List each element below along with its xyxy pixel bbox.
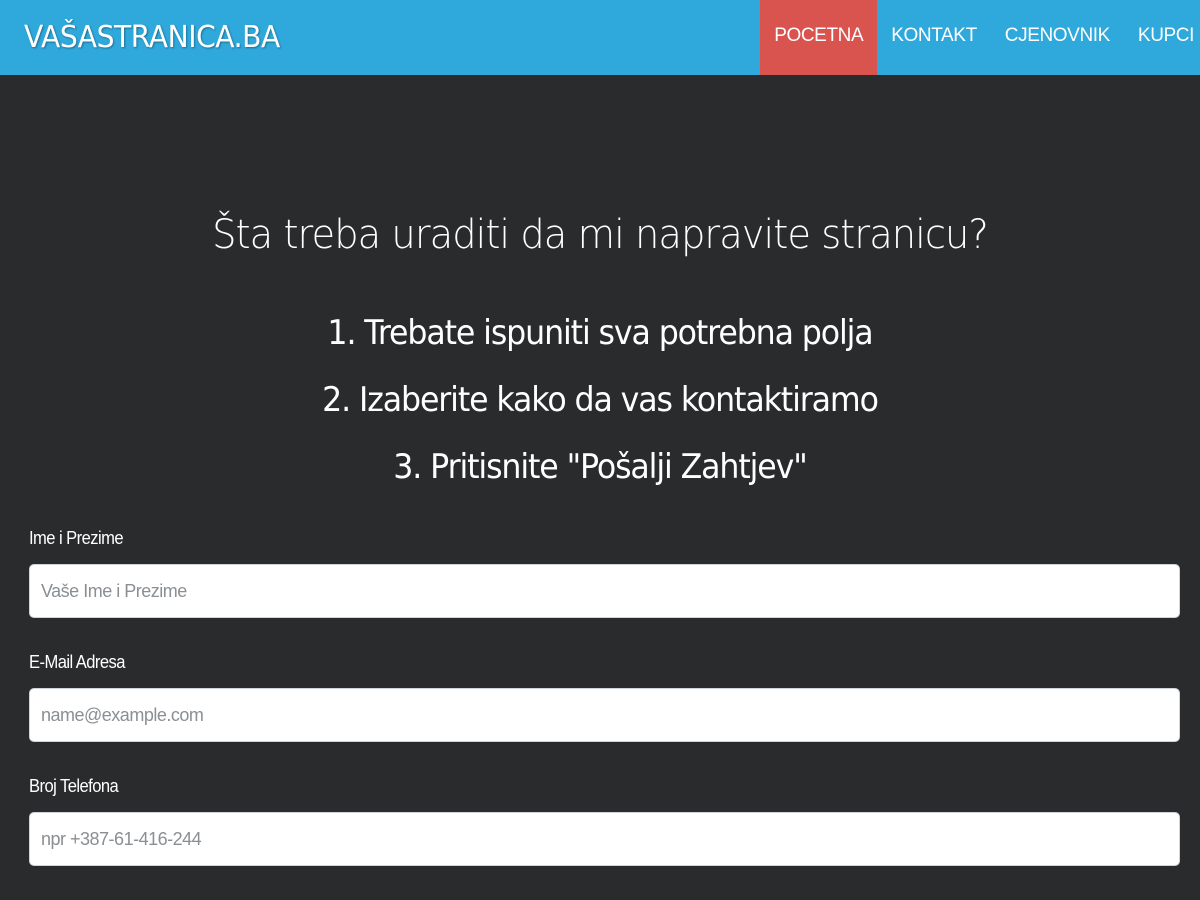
main-nav: POCETNA KONTAKT CJENOVNIK KUPCI — [760, 0, 1200, 75]
page-title: Šta treba uraditi da mi napravite strani… — [212, 212, 989, 258]
email-label: E-Mail Adresa — [29, 652, 125, 672]
top-navbar: VAŠASTRANICA.BA POCETNA KONTAKT CJENOVNI… — [0, 0, 1200, 75]
nav-item-cjenovnik[interactable]: CJENOVNIK — [991, 0, 1124, 75]
instruction-step-2: 2. Izaberite kako da vas kontaktiramo — [322, 380, 879, 420]
site-logo-text[interactable]: VAŠASTRANICA.BA — [24, 18, 280, 58]
name-label: Ime i Prezime — [29, 528, 124, 548]
nav-item-pocetna[interactable]: POCETNA — [760, 0, 878, 75]
phone-input[interactable] — [29, 812, 1180, 866]
nav-item-kontakt[interactable]: KONTAKT — [877, 0, 991, 75]
instruction-step-3: 3. Pritisnite "Pošalji Zahtjev" — [393, 447, 807, 487]
nav-item-kupci[interactable]: KUPCI — [1124, 0, 1200, 75]
phone-label: Broj Telefona — [29, 776, 119, 796]
email-input[interactable] — [29, 688, 1180, 742]
instruction-step-1: 1. Trebate ispuniti sva potrebna polja — [327, 313, 873, 353]
name-input[interactable] — [29, 564, 1180, 618]
